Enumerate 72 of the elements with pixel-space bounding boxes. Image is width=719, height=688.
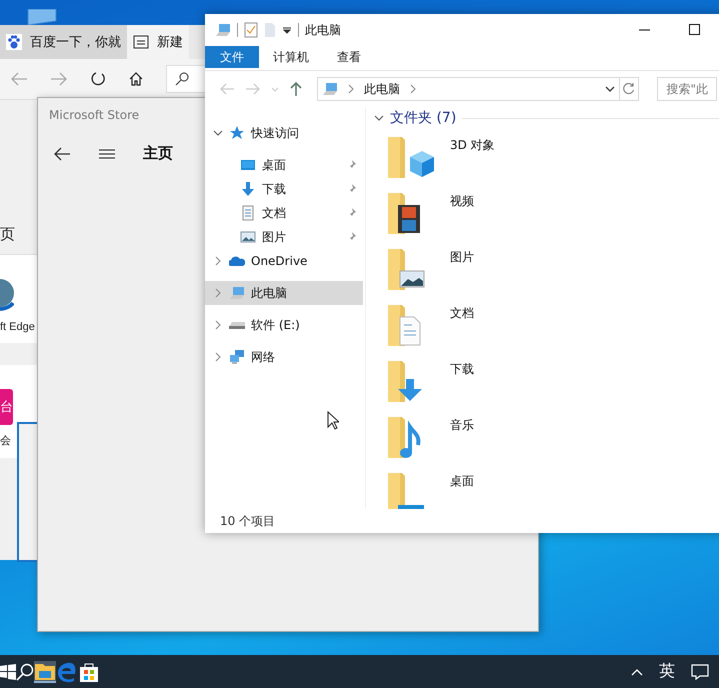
expand-icon [213,352,223,362]
breadcrumb-item[interactable]: 此电脑 [364,80,400,98]
folder-item[interactable]: 下载 [374,357,719,413]
store-icon[interactable] [78,660,100,682]
pointer-icon [327,411,339,431]
folder-item[interactable]: 文档 [374,301,719,357]
paw-icon [6,34,22,50]
group-header[interactable]: 文件夹 (7) [374,109,456,127]
computer-icon [215,22,231,38]
computer-icon [229,285,245,301]
search-field[interactable]: 搜索"此 [657,77,717,101]
folder-icon[interactable] [34,660,56,682]
chevron-icon [408,84,418,94]
search-icon[interactable] [16,662,34,680]
chevron-up-icon[interactable] [631,668,643,676]
properties-icon[interactable] [244,22,258,38]
folder-item[interactable]: 桌面 [374,469,719,509]
tree-item[interactable]: OneDrive [205,249,363,273]
back-icon[interactable] [53,146,71,160]
input-method-button[interactable]: 英 [659,661,675,682]
tree-item[interactable]: 文档 [205,201,363,225]
down-arrow-icon [240,181,256,197]
up-icon[interactable] [289,81,303,97]
tree-item[interactable]: 图片 [205,225,363,249]
browser-tab[interactable]: 百度一下，你就 [0,25,127,59]
tree-item[interactable]: 网络 [205,345,363,369]
chevron-icon [346,84,356,94]
folder-item[interactable]: 音乐 [374,413,719,469]
search-icon [175,72,189,86]
menu-icon[interactable] [99,148,115,160]
refresh-icon[interactable] [90,71,106,87]
page-icon [133,34,149,50]
monitor-icon [240,157,256,173]
expand-icon [213,320,223,330]
folder-item[interactable]: 视频 [374,189,719,245]
page-heading: 主页 [143,144,173,163]
heading-text: 页 [0,225,15,244]
ribbon-tab[interactable]: 查看 [323,46,375,68]
collapse-icon [213,128,223,138]
drive-icon [229,322,245,328]
collapse-icon [374,113,384,123]
window-title: Microsoft Store [48,107,140,124]
expand-icon [213,256,223,266]
tree-item[interactable]: 快速访问 [205,121,363,145]
notification-icon[interactable] [691,664,709,680]
star-icon [229,125,245,141]
windows-icon[interactable] [0,664,16,680]
maximize-icon[interactable] [689,24,701,36]
network-icon [229,349,245,365]
app-card[interactable]: ft Edge [0,254,40,343]
ribbon-tab[interactable]: 计算机 [259,46,323,68]
item-count: 10 个项目 [220,512,276,530]
browser-tab[interactable]: 新建 [127,25,189,59]
computer-icon [322,81,338,97]
app-tile: 台 [0,389,13,425]
window-title: 此电脑 [305,22,341,38]
picture-icon [240,229,256,245]
app-name: ft Edge [0,321,36,333]
dropdown-icon[interactable] [605,84,616,94]
home-icon[interactable] [128,71,144,87]
expand-icon [213,288,223,298]
address-bar[interactable]: 此电脑 [317,77,620,101]
ribbon-tab[interactable]: 文件 [205,46,259,68]
dropdown-icon[interactable] [282,25,292,35]
tree-item[interactable]: 下载 [205,177,363,201]
folder-item[interactable]: 3D 对象 [374,133,719,189]
document-icon [240,205,256,221]
tree-item[interactable]: 软件 (E:) [205,313,363,337]
tree-item[interactable]: 桌面 [205,153,363,177]
folder-item[interactable]: 图片 [374,245,719,301]
selected-tree-item[interactable]: 此电脑 [205,281,363,305]
app-name: 会 [0,434,12,448]
